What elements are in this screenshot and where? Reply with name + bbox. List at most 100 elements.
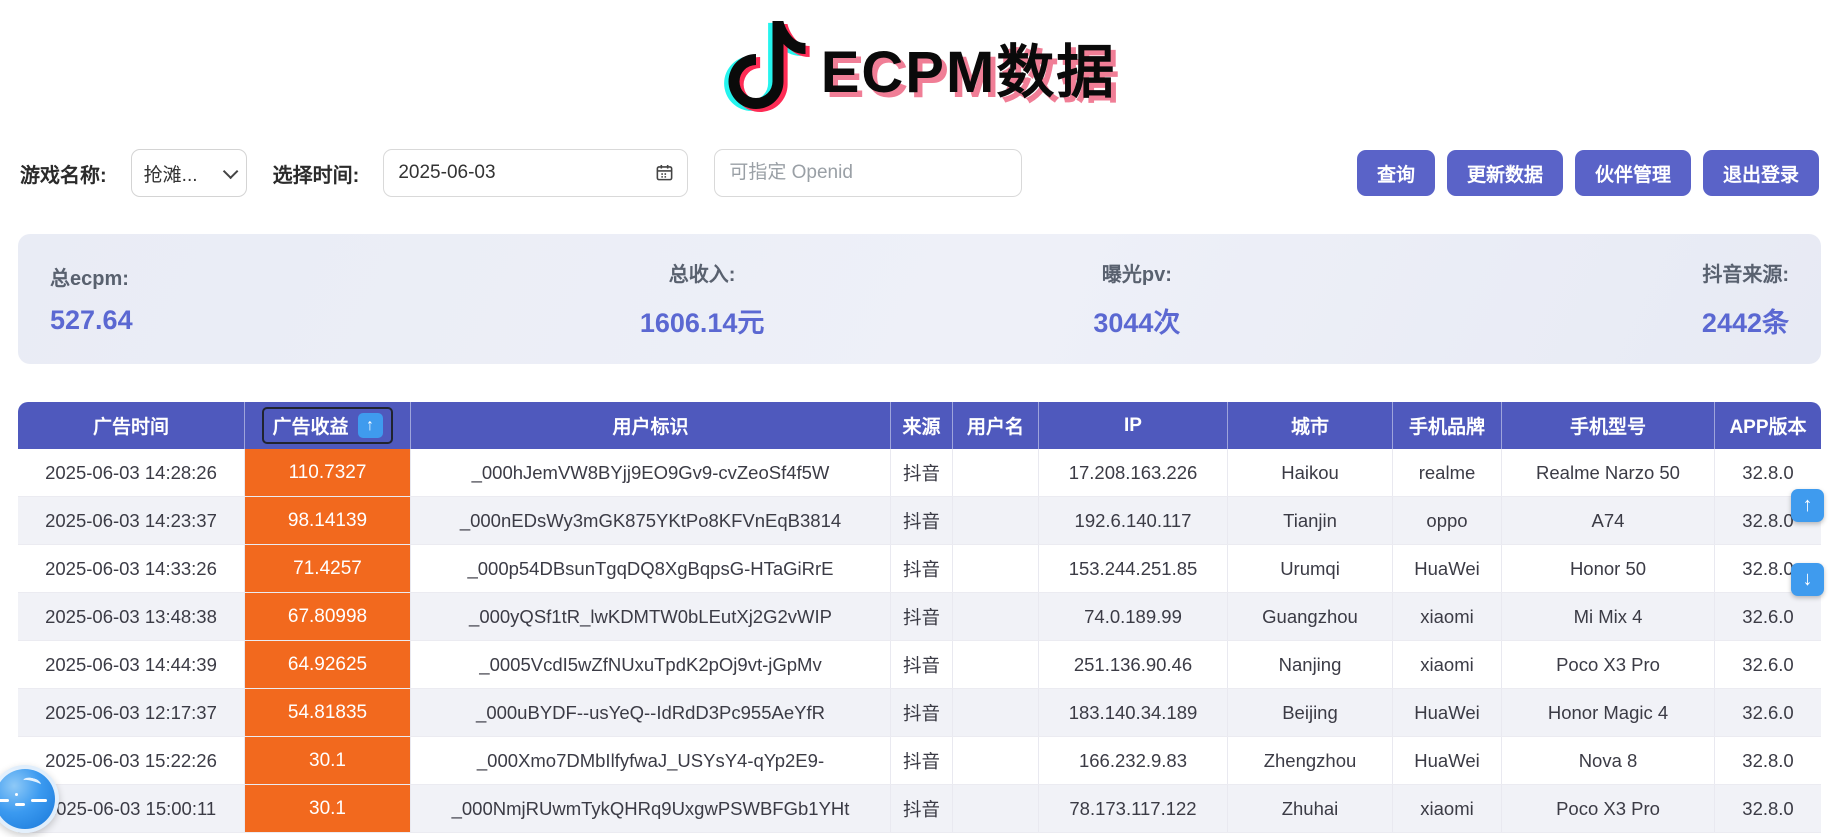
table-cell: 166.232.9.83	[1039, 737, 1228, 784]
stat-label: 总收入:	[669, 258, 736, 287]
stat-value: 1606.14元	[640, 301, 765, 340]
table-row: 2025-06-03 14:28:26110.7327_000hJemVW8BY…	[18, 449, 1821, 497]
table-cell: Zhengzhou	[1228, 737, 1393, 784]
ecpm-table: 广告时间 广告收益 ↑ 用户标识 来源 用户名 IP 城市 手机品牌 手机型号 …	[18, 402, 1821, 833]
table-row: 2025-06-03 13:48:3867.80998_000yQSf1tR_l…	[18, 593, 1821, 641]
date-input[interactable]	[383, 149, 688, 197]
update-data-button[interactable]: 更新数据	[1447, 150, 1563, 196]
table-cell	[953, 737, 1039, 784]
table-cell: 67.80998	[245, 593, 411, 640]
table-row: 2025-06-03 12:17:3754.81835_000uBYDF--us…	[18, 689, 1821, 737]
table-cell: 32.6.0	[1715, 593, 1821, 640]
table-cell: 2025-06-03 14:28:26	[18, 449, 245, 496]
stat-label: 抖音来源:	[1702, 258, 1789, 287]
calendar-icon[interactable]	[655, 163, 674, 187]
table-body: 2025-06-03 14:28:26110.7327_000hJemVW8BY…	[18, 449, 1821, 833]
openid-input[interactable]	[714, 149, 1022, 197]
table-cell: _000uBYDF--usYeQ--IdRdD3Pc955AeYfR	[411, 689, 891, 736]
table-row: 2025-06-03 14:44:3964.92625_0005VcdI5wZf…	[18, 641, 1821, 689]
table-row: 2025-06-03 15:00:1130.1_000NmjRUwmTykQHR…	[18, 785, 1821, 833]
table-cell: 抖音	[891, 785, 953, 832]
page-title: ECPM数据	[821, 25, 1117, 109]
table-cell: 78.173.117.122	[1039, 785, 1228, 832]
stat-value: 527.64	[50, 305, 133, 336]
table-cell: 2025-06-03 12:17:37	[18, 689, 245, 736]
table-cell: _000nEDsWy3mGK875YKtPo8KFVnEqB3814	[411, 497, 891, 544]
table-cell	[953, 689, 1039, 736]
stat-douyin-source: 抖音来源: 2442条	[1354, 258, 1821, 340]
stat-value: 2442条	[1702, 301, 1789, 340]
logout-button[interactable]: 退出登录	[1703, 150, 1819, 196]
table-cell: _000hJemVW8BYjj9EO9Gv9-cvZeoSf4f5W	[411, 449, 891, 496]
table-cell: Honor 50	[1502, 545, 1715, 592]
table-cell: 抖音	[891, 593, 953, 640]
table-cell: _000yQSf1tR_lwKDMTW0bLEutXj2G2vWIP	[411, 593, 891, 640]
table-cell: 183.140.34.189	[1039, 689, 1228, 736]
table-cell: 2025-06-03 14:44:39	[18, 641, 245, 688]
stat-value: 3044次	[1093, 301, 1180, 340]
table-cell: 54.81835	[245, 689, 411, 736]
table-cell: 32.8.0	[1715, 785, 1821, 832]
col-header-username: 用户名	[953, 402, 1039, 449]
table-cell	[953, 593, 1039, 640]
stat-total-ecpm: 总ecpm: 527.64	[18, 262, 485, 336]
table-cell: _0005VcdI5wZfNUxuTpdK2pOj9vt-jGpMv	[411, 641, 891, 688]
table-cell: _000NmjRUwmTykQHRq9UxgwPSWBFGb1YHt	[411, 785, 891, 832]
col-header-city: 城市	[1228, 402, 1393, 449]
table-row: 2025-06-03 14:23:3798.14139_000nEDsWy3mG…	[18, 497, 1821, 545]
table-cell: 2025-06-03 15:22:26	[18, 737, 245, 784]
partner-manage-button[interactable]: 伙伴管理	[1575, 150, 1691, 196]
tiktok-logo-icon	[723, 13, 811, 122]
table-header: 广告时间 广告收益 ↑ 用户标识 来源 用户名 IP 城市 手机品牌 手机型号 …	[18, 402, 1821, 449]
col-header-brand: 手机品牌	[1393, 402, 1502, 449]
table-cell: Beijing	[1228, 689, 1393, 736]
table-cell: 110.7327	[245, 449, 411, 496]
scroll-top-button[interactable]: ↑	[1791, 489, 1824, 522]
query-button[interactable]: 查询	[1357, 150, 1435, 196]
sort-up-icon[interactable]: ↑	[358, 413, 383, 438]
table-cell: Mi Mix 4	[1502, 593, 1715, 640]
table-cell: 2025-06-03 13:48:38	[18, 593, 245, 640]
table-cell: 2025-06-03 14:23:37	[18, 497, 245, 544]
table-cell: 32.6.0	[1715, 641, 1821, 688]
table-cell: 17.208.163.226	[1039, 449, 1228, 496]
col-header-ad-time: 广告时间	[18, 402, 245, 449]
scroll-bottom-button[interactable]: ↓	[1791, 563, 1824, 596]
table-row: 2025-06-03 14:33:2671.4257_000p54DBsunTg…	[18, 545, 1821, 593]
game-select[interactable]: 抢滩...	[131, 149, 247, 197]
chevron-down-icon	[223, 163, 239, 179]
col-header-ad-revenue: 广告收益 ↑	[245, 402, 411, 449]
table-cell: realme	[1393, 449, 1502, 496]
table-cell: Nanjing	[1228, 641, 1393, 688]
col-header-source: 来源	[891, 402, 953, 449]
game-name-label: 游戏名称:	[20, 159, 107, 188]
table-cell: 32.8.0	[1715, 737, 1821, 784]
col-header-ip: IP	[1039, 402, 1228, 449]
table-cell: HuaWei	[1393, 689, 1502, 736]
stat-total-income: 总收入: 1606.14元	[485, 258, 920, 340]
time-label: 选择时间:	[273, 159, 360, 188]
table-cell: 抖音	[891, 737, 953, 784]
table-cell: Poco X3 Pro	[1502, 641, 1715, 688]
table-cell: Urumqi	[1228, 545, 1393, 592]
table-cell: 抖音	[891, 545, 953, 592]
arrow-up-icon: ↑	[1803, 494, 1813, 517]
table-cell: 153.244.251.85	[1039, 545, 1228, 592]
arrow-down-icon: ↓	[1803, 568, 1813, 591]
table-cell: Realme Narzo 50	[1502, 449, 1715, 496]
revenue-sort-control[interactable]: 广告收益 ↑	[262, 407, 392, 444]
table-cell: 74.0.189.99	[1039, 593, 1228, 640]
stats-bar: 总ecpm: 527.64 总收入: 1606.14元 曝光pv: 3044次 …	[18, 234, 1821, 364]
col-header-label: 广告收益	[272, 412, 348, 439]
table-cell: Guangzhou	[1228, 593, 1393, 640]
table-cell: xiaomi	[1393, 641, 1502, 688]
table-cell: 64.92625	[245, 641, 411, 688]
stat-exposure-pv: 曝光pv: 3044次	[920, 258, 1355, 340]
col-header-app-version: APP版本	[1715, 402, 1821, 449]
table-cell: oppo	[1393, 497, 1502, 544]
col-header-model: 手机型号	[1502, 402, 1715, 449]
table-cell: xiaomi	[1393, 593, 1502, 640]
orb-shine	[22, 776, 42, 789]
table-cell	[953, 545, 1039, 592]
table-cell: 71.4257	[245, 545, 411, 592]
